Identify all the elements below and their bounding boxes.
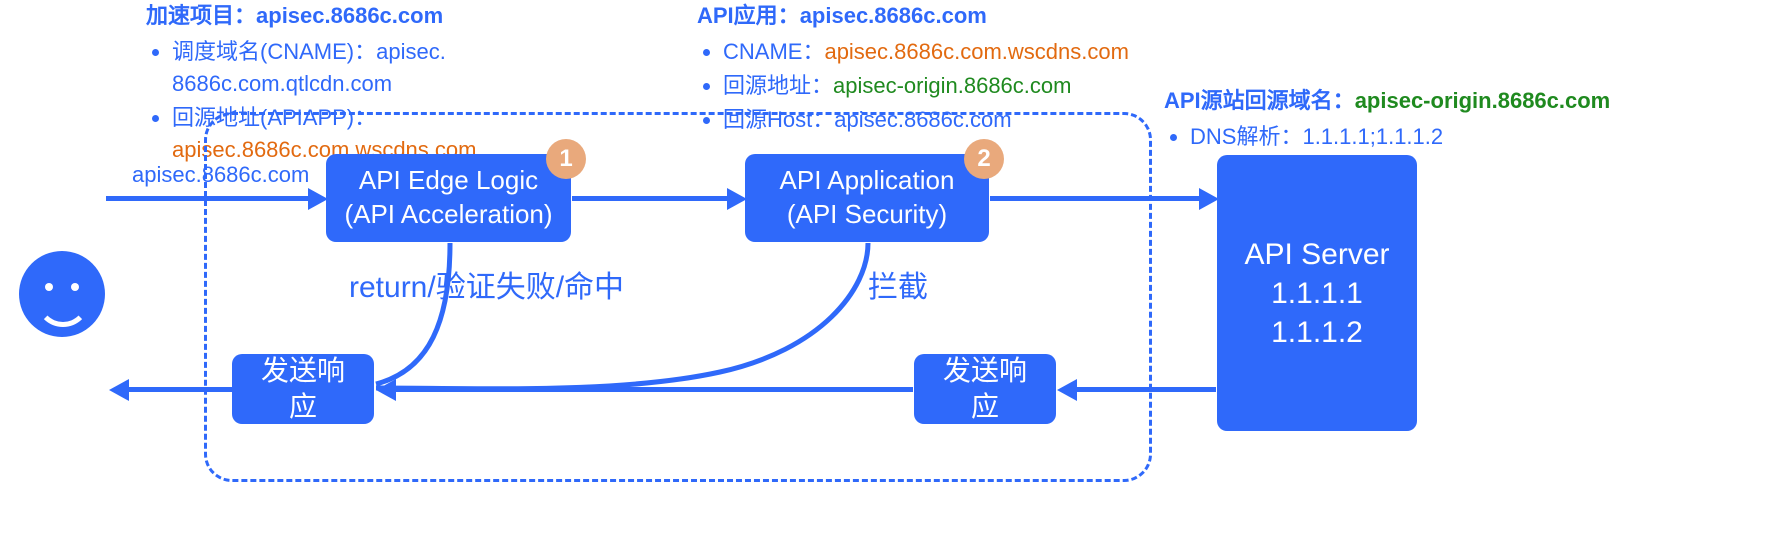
apiapp-origin-label: 回源地址： bbox=[723, 73, 833, 98]
send-response-node-left: 发送响应 bbox=[232, 354, 374, 424]
entry-domain-label: apisec.8686c.com bbox=[132, 162, 309, 188]
arrow-out bbox=[126, 387, 232, 392]
accel-title-label: 加速项目： bbox=[146, 3, 256, 28]
apiapp-title-label: API应用： bbox=[697, 3, 800, 28]
accel-cname-label: 调度域名(CNAME)： bbox=[172, 39, 376, 64]
server-line1: API Server bbox=[1244, 235, 1389, 274]
arrow-resp2-to-resp1-head bbox=[376, 379, 396, 401]
arrow-app-to-server bbox=[990, 196, 1202, 201]
return-label: return/验证失败/命中 bbox=[349, 262, 624, 306]
apiapp-cname-label: CNAME： bbox=[723, 39, 824, 64]
origin-config-block: API源站回源域名：apisec-origin.8686c.com DNS解析：… bbox=[1164, 85, 1764, 155]
arrow-resp2-to-resp1 bbox=[393, 387, 913, 392]
arrow-server-to-resp bbox=[1074, 387, 1216, 392]
api-server-node: API Server 1.1.1.1 1.1.1.2 bbox=[1217, 155, 1417, 431]
user-smile-icon bbox=[19, 251, 105, 337]
accel-title-value: apisec.8686c.com bbox=[256, 3, 443, 28]
app-line2: (API Security) bbox=[787, 198, 947, 232]
api-edge-logic-node: API Edge Logic (API Acceleration) 1 bbox=[326, 154, 571, 242]
origin-title-label: API源站回源域名： bbox=[1164, 88, 1355, 113]
apiapp-cname-value: apisec.8686c.com.wscdns.com bbox=[824, 39, 1128, 64]
intercept-label: 拦截 bbox=[868, 262, 928, 306]
arrow-edge-to-app-head bbox=[727, 188, 747, 210]
arrow-edge-to-app bbox=[572, 196, 730, 201]
edge-line2: (API Acceleration) bbox=[344, 198, 552, 232]
arrow-app-to-server-head bbox=[1199, 188, 1219, 210]
server-line2: 1.1.1.1 bbox=[1271, 274, 1363, 313]
resp2-text: 发送响应 bbox=[930, 353, 1040, 426]
origin-dns-value: 1.1.1.1;1.1.1.2 bbox=[1302, 124, 1443, 149]
api-application-node: API Application (API Security) 2 bbox=[745, 154, 989, 242]
app-line1: API Application bbox=[780, 164, 955, 198]
send-response-node-right: 发送响应 bbox=[914, 354, 1056, 424]
badge-2: 2 bbox=[964, 139, 1004, 179]
apiapp-origin-value: apisec-origin.8686c.com bbox=[833, 73, 1071, 98]
architecture-diagram: 加速项目：apisec.8686c.com 调度域名(CNAME)：apisec… bbox=[0, 0, 1767, 553]
arrow-entry-head bbox=[308, 188, 328, 210]
resp1-text: 发送响应 bbox=[248, 353, 358, 426]
arrow-server-to-resp-head bbox=[1057, 379, 1077, 401]
server-line3: 1.1.1.2 bbox=[1271, 313, 1363, 352]
origin-dns-label: DNS解析： bbox=[1190, 124, 1302, 149]
apiapp-title-value: apisec.8686c.com bbox=[800, 3, 987, 28]
origin-title-value: apisec-origin.8686c.com bbox=[1355, 88, 1611, 113]
edge-line1: API Edge Logic bbox=[359, 164, 538, 198]
badge-1: 1 bbox=[546, 139, 586, 179]
arrow-out-head bbox=[109, 379, 129, 401]
arrow-entry bbox=[106, 196, 311, 201]
